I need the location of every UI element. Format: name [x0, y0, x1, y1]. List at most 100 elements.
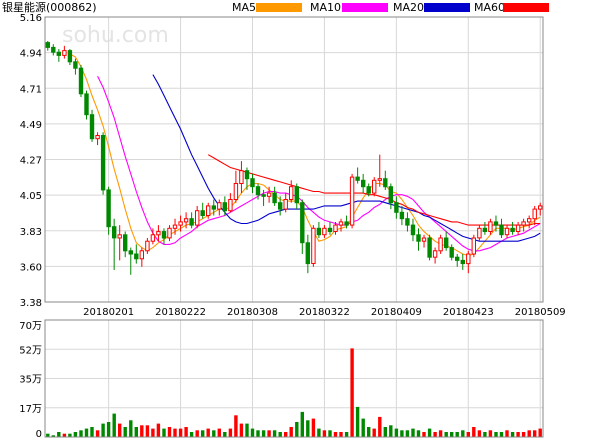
volume-bar [151, 428, 155, 437]
candle [100, 132, 106, 195]
volume-bar [106, 422, 111, 437]
candle [289, 180, 294, 203]
volume-bar [438, 430, 443, 437]
candle-body [117, 234, 122, 239]
candle [139, 247, 145, 267]
volume-tick-label: 17万 [19, 404, 42, 415]
candle-body [112, 226, 117, 239]
candle [217, 199, 222, 216]
volume-bar [189, 432, 194, 437]
volume-bar [383, 427, 387, 437]
volume-bar [90, 427, 94, 437]
volume-bar [361, 418, 365, 437]
candle [84, 90, 89, 120]
candle [388, 183, 394, 210]
candle-body [438, 237, 443, 252]
date-tick-label: 20180222 [155, 307, 206, 318]
volume-bar [394, 428, 399, 437]
volume-bar [295, 422, 299, 437]
candle [499, 218, 504, 238]
candle-body [106, 189, 111, 228]
volume-bar [112, 413, 116, 437]
candle-body [421, 237, 427, 242]
candle [444, 231, 449, 251]
price-tick-label: 5.16 [20, 13, 42, 24]
candle-body [250, 178, 255, 188]
volume-bar [217, 428, 221, 437]
candle-body [289, 186, 294, 200]
volume-bar [494, 432, 498, 437]
volume-bar [455, 432, 459, 437]
volume-bar [317, 428, 321, 437]
volume-bar [167, 427, 172, 437]
candle [532, 205, 537, 226]
candle-body [510, 227, 515, 233]
price-tick-label: 3.83 [20, 227, 42, 238]
candle-body [488, 221, 493, 232]
volume-bar [284, 432, 288, 437]
volume-bar [466, 432, 470, 437]
candle-body [62, 50, 67, 56]
price-tick-label: 4.49 [20, 120, 42, 131]
volume-bar [84, 428, 89, 437]
volume-bar [472, 427, 476, 437]
volume-bar [162, 428, 166, 437]
candle [383, 170, 388, 190]
volume-bar [184, 427, 188, 437]
candle-body [527, 218, 532, 223]
candle-body [206, 205, 211, 216]
candle [200, 202, 205, 219]
candle-body [178, 221, 183, 226]
volume-bar [516, 432, 520, 437]
candle-body [89, 114, 95, 140]
candle [361, 173, 366, 194]
volume-bar [223, 432, 227, 437]
candle-body [211, 205, 217, 210]
candle-body [45, 42, 50, 48]
candle [460, 253, 466, 270]
candle-body [156, 231, 161, 236]
volume-bar [521, 432, 526, 437]
candle-body [493, 221, 499, 226]
candle-body [278, 202, 283, 210]
candle [527, 215, 532, 229]
candle-body [172, 224, 178, 229]
date-tick-label: 20180409 [371, 307, 422, 318]
candle-body [244, 170, 250, 180]
date-tick-label: 20180423 [443, 307, 494, 318]
candle-body [161, 231, 167, 239]
candle-body [200, 210, 205, 216]
volume-bar [333, 432, 338, 437]
volume-bar [173, 428, 177, 437]
candle [189, 212, 194, 229]
candle [228, 193, 233, 213]
candle-body [189, 218, 194, 226]
volume-bar [339, 432, 343, 437]
candle [233, 170, 239, 203]
volume-bar [300, 411, 304, 437]
candle-body [305, 242, 311, 265]
date-tick-label: 20180201 [83, 307, 134, 318]
candle-body [316, 227, 322, 236]
candle-body [128, 250, 134, 255]
candle [394, 196, 399, 219]
volume-bar [272, 430, 277, 437]
candle-body [444, 237, 449, 249]
volume-bar [411, 428, 415, 437]
volume-bar [228, 428, 233, 437]
candle-body [477, 227, 482, 239]
candle [123, 231, 128, 258]
candle-body [538, 205, 543, 210]
candle-body [349, 176, 355, 226]
volume-bar [527, 430, 531, 437]
candle-body [95, 135, 100, 140]
candle-body [504, 227, 510, 236]
volume-bar [129, 420, 133, 437]
candle [504, 225, 510, 238]
volume-bar [101, 423, 105, 437]
stock-chart: sohu.com 5.16 4.94 4.71 4.49 4.27 4.05 3.83 3.6… [19, 13, 565, 440]
candle [322, 225, 327, 238]
candle-body [239, 170, 244, 184]
volume-bar [450, 432, 454, 437]
candle-body [355, 176, 360, 181]
